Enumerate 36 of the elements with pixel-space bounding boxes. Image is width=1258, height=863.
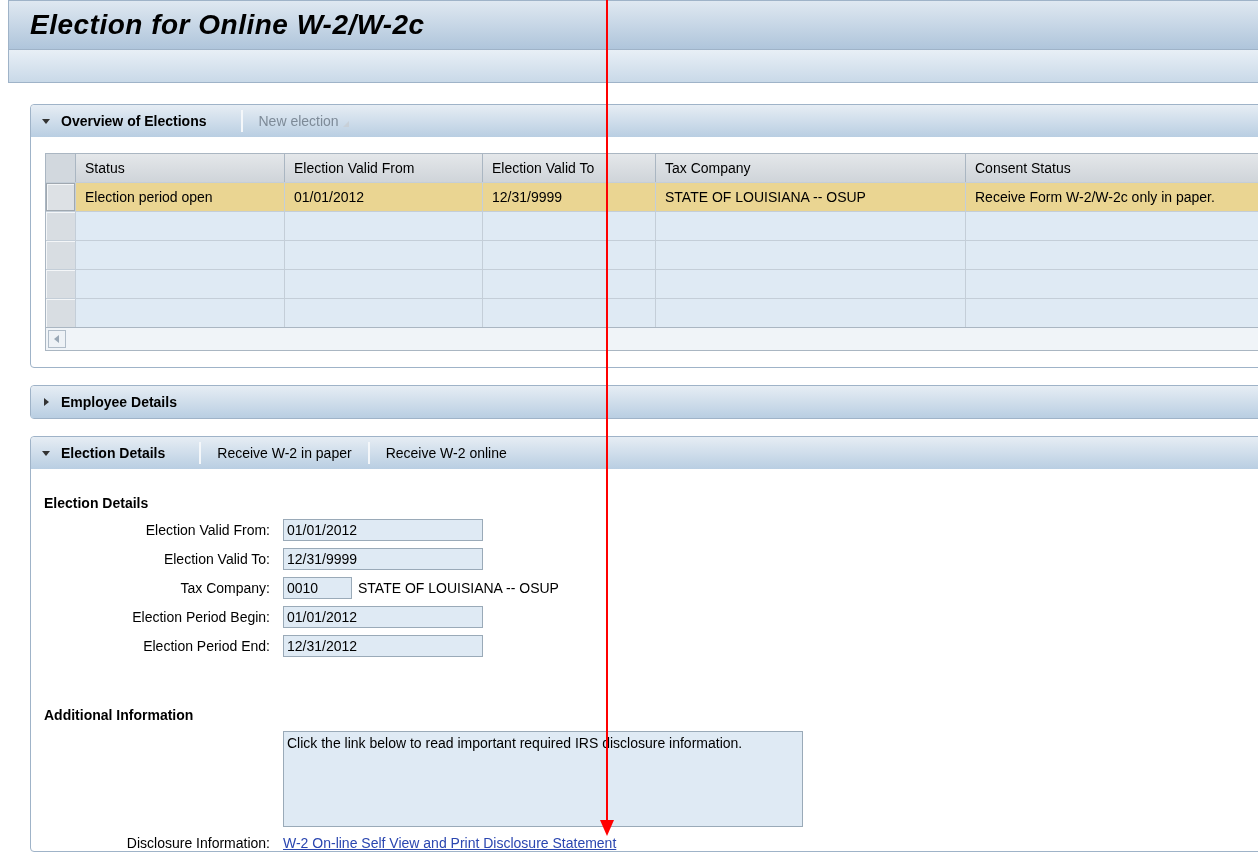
empty-row[interactable] [46,240,1258,269]
toolbar-button[interactable]: Receive W-2 in paper [201,437,368,469]
expand-icon [41,397,51,407]
field-label: Election Period End: [142,638,270,654]
empty-row[interactable] [46,298,1258,327]
input-field[interactable]: 01/01/2012 [283,519,483,541]
field-label: Tax Company: [179,580,270,596]
empty-row[interactable] [46,211,1258,240]
section-heading: Additional Information [44,707,195,723]
input-field[interactable]: 0010 [283,577,352,599]
field-label: Election Period Begin: [131,609,270,625]
section-heading: Election Details [44,495,150,511]
window-title: Election for Online W-2/W-2c [30,9,425,41]
row-selector[interactable] [46,241,75,269]
field-label: Disclosure Information: [125,835,270,851]
field-label: Election Valid To: [162,551,270,567]
panel-toggle[interactable]: Election Details [31,437,200,469]
panel-toggle[interactable]: Employee Details [31,386,211,418]
field-description: STATE OF LOUISIANA -- OSUP [358,580,559,596]
row-selector[interactable] [46,183,75,211]
input-field[interactable]: 12/31/9999 [283,548,483,570]
field-label: Election Valid From: [144,522,270,538]
input-field[interactable]: 01/01/2012 [283,606,483,628]
select-all-cell[interactable] [46,154,75,182]
horizontal-scrollbar[interactable] [46,327,1258,350]
disclosure-link[interactable]: W-2 On-line Self View and Print Disclosure Statement [283,835,1258,851]
panel-toggle[interactable]: Overview of Elections [31,105,241,137]
input-field[interactable]: 12/31/2012 [283,635,483,657]
toolbar-button[interactable]: Receive W-2 online [369,437,523,469]
collapse-icon [41,448,51,458]
row-selector[interactable] [46,212,75,240]
collapse-icon [41,116,51,126]
row-selector[interactable] [46,299,75,327]
scroll-left-icon[interactable] [48,330,66,348]
row-selector[interactable] [46,270,75,298]
empty-row[interactable] [46,269,1258,298]
